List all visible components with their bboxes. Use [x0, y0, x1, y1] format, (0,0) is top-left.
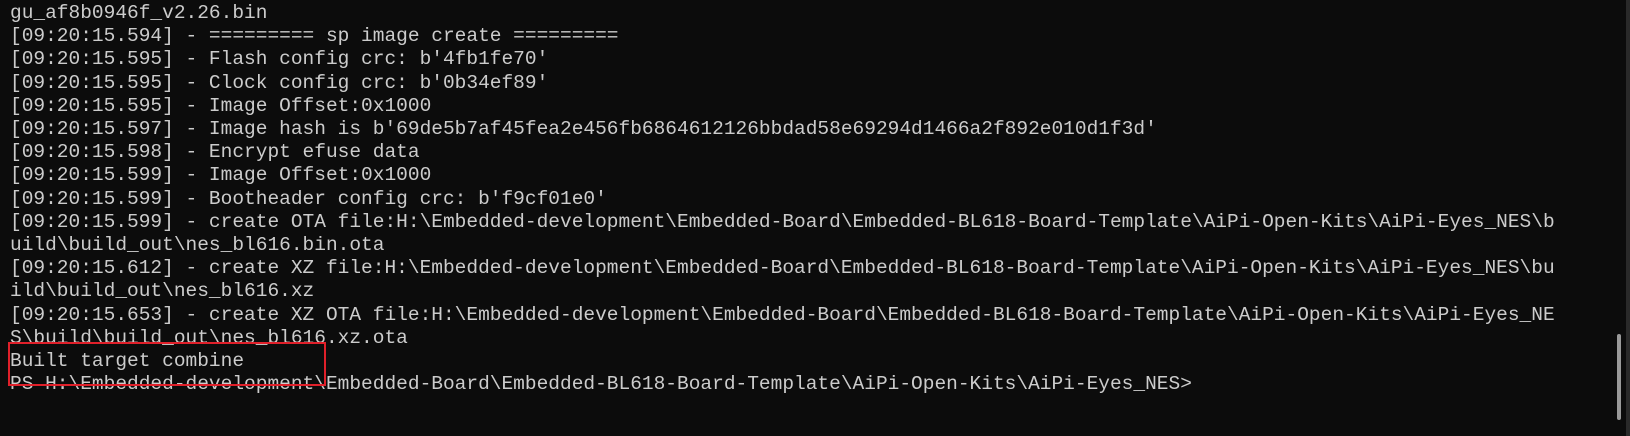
- output-line: [09:20:15.594] - ========= sp image crea…: [10, 25, 619, 48]
- output-line: [09:20:15.599] - Image Offset:0x1000: [10, 164, 432, 187]
- output-line: [09:20:15.597] - Image hash is b'69de5b7…: [10, 118, 1157, 140]
- window-edge: [1626, 0, 1630, 436]
- output-line: gu_af8b0946f_v2.26.bin: [10, 2, 268, 24]
- scrollbar[interactable]: [1617, 334, 1621, 420]
- highlight-box: [8, 342, 326, 386]
- output-line: ild\build_out\nes_bl616.xz: [10, 280, 315, 303]
- output-line: [09:20:15.598] - Encrypt efuse data: [10, 141, 420, 164]
- output-line: [09:20:15.653] - create XZ OTA file:H:\E…: [10, 303, 1555, 326]
- output-line: [09:20:15.595] - Clock config crc: b'0b3…: [10, 71, 549, 94]
- output-line: uild\build_out\nes_bl616.bin.ota: [10, 234, 385, 256]
- output-line: [09:20:15.595] - Flash config crc: b'4fb…: [10, 48, 549, 71]
- output-line: [09:20:15.599] - create OTA file:H:\Embe…: [10, 210, 1555, 233]
- output-line: [09:20:15.612] - create XZ file:H:\Embed…: [10, 257, 1555, 280]
- output-line: [09:20:15.599] - Bootheader config crc: …: [10, 187, 607, 210]
- output-line: [09:20:15.595] - Image Offset:0x1000: [10, 94, 432, 117]
